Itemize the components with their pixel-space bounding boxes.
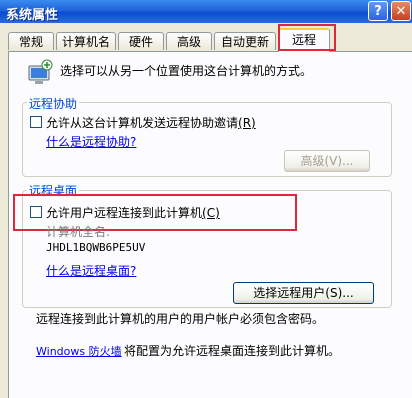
computer-icon [28,59,53,84]
tab-label: 自动更新 [220,35,269,49]
password-note: 远程连接到此计算机的用户的用户帐户必须包含密码。 [36,312,325,326]
tab-automatic-updates[interactable]: 自动更新 [214,32,276,50]
remote-assistance-group-label: 远程协助 [27,95,80,112]
advanced-button[interactable]: 高级(V)... [284,150,370,172]
help-icon: ? [374,4,382,19]
close-button[interactable]: ✕ [391,1,411,21]
tab-computer-name[interactable]: 计算机名 [56,32,116,50]
tab-label: 高级 [176,35,201,49]
select-remote-users-button[interactable]: 选择远程用户(S)... [233,282,374,304]
tab-general[interactable]: 常规 [8,32,54,50]
tab-hardware[interactable]: 硬件 [118,32,164,50]
tab-highlight-box [278,24,336,51]
close-icon: ✕ [395,4,407,19]
firewall-note: 将配置为允许远程桌面连接到此计算机。 [124,344,341,358]
advanced-button-label: 高级(V)... [300,154,354,168]
intro-text: 选择可以从另一个位置使用这台计算机的方式。 [60,64,313,78]
title-bar: 系统属性 ? ✕ [0,0,412,23]
select-remote-users-label: 选择远程用户(S)... [253,286,354,300]
help-button[interactable]: ? [368,1,388,21]
what-is-remote-assistance-link[interactable]: 什么是远程协助? [46,133,136,150]
window-title: 系统属性 [6,8,59,23]
remote-assistance-accel: (R) [238,116,256,130]
windows-firewall-link[interactable]: Windows 防火墙 [36,343,122,359]
computer-name-value: JHDL1BQWB6PE5UV [46,241,146,254]
remote-assistance-checkbox-label: 允许从这台计算机发送远程协助邀请(R) [46,114,256,131]
what-is-remote-desktop-link[interactable]: 什么是远程桌面? [46,262,136,279]
tab-label: 硬件 [128,35,153,49]
tab-advanced[interactable]: 高级 [166,32,212,50]
remote-assistance-checkbox[interactable] [30,116,42,128]
tab-label: 计算机名 [61,35,110,49]
tab-label: 常规 [18,35,43,49]
remote-assistance-label-text: 允许从这台计算机发送远程协助邀请 [46,116,239,130]
computer-full-name-label: 计算机全名: [46,225,111,239]
